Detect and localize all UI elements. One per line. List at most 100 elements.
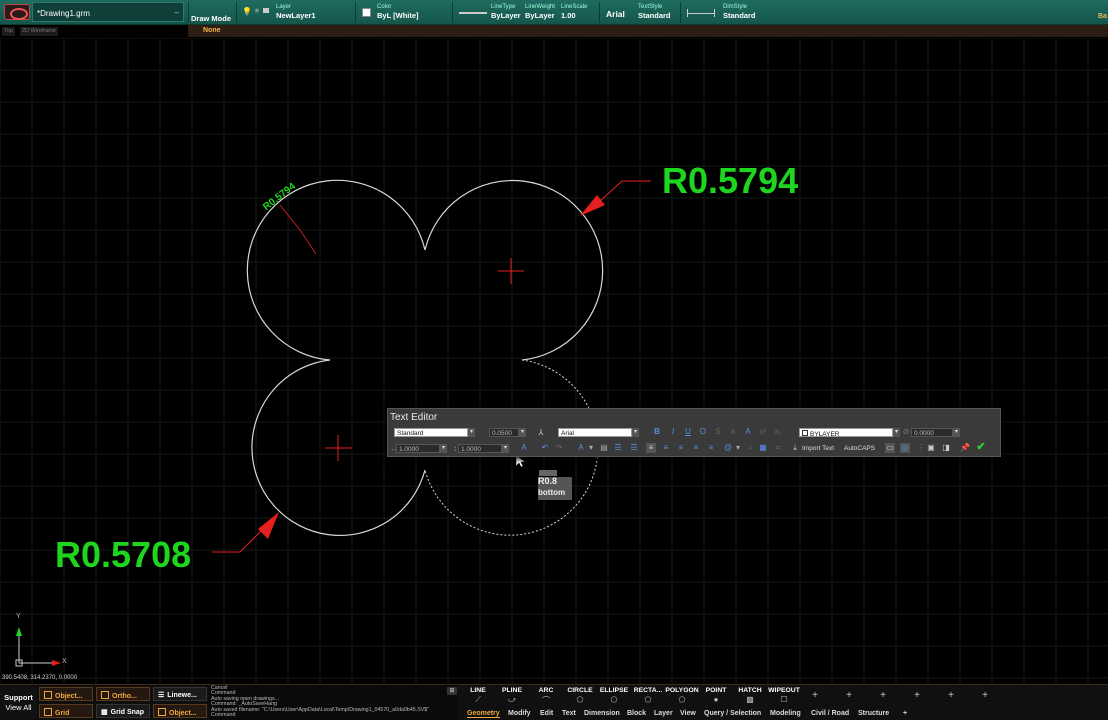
textstyle-selector[interactable]: TextStyle Standard [638, 4, 671, 20]
ribbon-tab-[interactable]: + [903, 710, 907, 717]
ribbon-tab-edit[interactable]: Edit [540, 710, 553, 717]
chevron-down-icon[interactable]: ▾ [632, 428, 639, 437]
lock-icon[interactable] [263, 8, 269, 13]
ribbon-tab-layer[interactable]: Layer [654, 710, 673, 717]
stack-icon[interactable]: a [728, 427, 738, 437]
align-left-icon[interactable]: ≡ [646, 443, 656, 453]
insert-field-icon[interactable]: @ [723, 443, 733, 453]
drawing-canvas[interactable]: R0.5794 R0.5794 R0.5708 R0.8 bottom 390.… [0, 38, 1108, 684]
tool-hatch-button[interactable]: HATCH ▩ [733, 687, 767, 707]
ortho-toggle[interactable]: Ortho... [96, 687, 150, 701]
view-tab-top[interactable]: Top [2, 27, 15, 36]
chevron-down-icon[interactable]: ▾ [953, 428, 960, 437]
tool-ellipse-button[interactable]: ELLIPSE ⬠ [597, 687, 631, 707]
ribbon-tab-geometry[interactable]: Geometry [467, 710, 500, 718]
draw-mode-button[interactable]: Draw Mode [188, 2, 232, 23]
options-icon[interactable]: ⋮ [916, 443, 926, 453]
align-center-icon[interactable]: ≡ [661, 443, 671, 453]
autocaps-button[interactable]: AutoCAPS [844, 444, 875, 453]
drawing-area[interactable] [0, 38, 1108, 684]
dimstyle-selector[interactable]: DimStyle Standard [680, 2, 762, 23]
overline-icon[interactable]: O [698, 427, 708, 437]
grid-toggle[interactable]: Grid [39, 704, 93, 718]
ribbon-tab-queryselection[interactable]: Query / Selection [704, 710, 761, 717]
chevron-down-icon[interactable]: ▾ [440, 444, 447, 453]
tool-circle-button[interactable]: CIRCLE ⬠ [563, 687, 597, 707]
chevron-down-icon[interactable]: ▾ [893, 428, 900, 437]
text-style-group[interactable]: Arial TextStyle Standard [599, 2, 675, 23]
find-replace-icon[interactable]: ⌕ [746, 443, 756, 453]
import-text-icon[interactable]: ⤓ [790, 443, 800, 453]
width-factor-field[interactable]: 1.0000 [396, 444, 440, 453]
subscript-icon[interactable]: x₂ [773, 427, 783, 437]
chevron-down-icon[interactable]: ▾ [502, 444, 509, 453]
tool-polygon-button[interactable]: POLYGON ⬠ [665, 687, 699, 707]
distribute-icon[interactable]: ≡ [706, 443, 716, 453]
object-track-toggle[interactable]: Object... [153, 704, 207, 718]
chevron-down-icon[interactable]: – [175, 8, 179, 17]
font-value[interactable]: Arial [606, 9, 625, 19]
ribbon-tab-dimension[interactable]: Dimension [584, 710, 620, 717]
text-style-field[interactable]: Standard [394, 428, 468, 437]
ribbon-tab-modify[interactable]: Modify [508, 710, 531, 717]
lineweight-toggle[interactable]: ☰ Linewe... [153, 687, 207, 701]
view-tab-wireframe[interactable]: 2D Wireframe [20, 27, 58, 36]
chevron-down-icon[interactable]: ▾ [468, 428, 475, 437]
chevron-down-icon[interactable]: ▾ [519, 428, 526, 437]
columns-icon[interactable]: ▦ [758, 443, 768, 453]
redo-icon[interactable]: ↷ [554, 443, 564, 453]
ribbon-tab-civilroad[interactable]: Civil / Road [811, 710, 849, 717]
strikethrough-icon[interactable]: S [713, 427, 723, 437]
support-button[interactable]: Support View All [0, 687, 37, 719]
text-height-icon[interactable]: ⅄ [536, 428, 546, 438]
linescale-selector[interactable]: LineScale 1.00 [561, 4, 587, 20]
command-expand-icon[interactable]: ⊞ [447, 687, 457, 695]
tool-wipeout-button[interactable]: WIPEOUT ☐ [767, 687, 801, 707]
ribbon-tab-structure[interactable]: Structure [858, 710, 889, 717]
add-tool-plus-icon[interactable]: + [979, 690, 991, 701]
oblique-angle-field[interactable]: 0.0000 [911, 428, 953, 437]
grid-snap-toggle[interactable]: ▦ Grid Snap [96, 704, 150, 718]
tool-point-button[interactable]: POINT ● [699, 687, 733, 707]
justify-icon[interactable]: ≡ [691, 443, 701, 453]
line-spacing-field[interactable]: 1.0000 [458, 444, 502, 453]
right-panel-tab[interactable]: Ba [1098, 13, 1107, 20]
paragraph-icon[interactable]: ▤ [599, 443, 609, 453]
text-height-field[interactable]: 0.0500 [489, 428, 519, 437]
tool-line-button[interactable]: LINE ⟋ [461, 687, 495, 707]
tool-arc-button[interactable]: ARC ⌒ [529, 687, 563, 707]
bold-icon[interactable]: B [652, 427, 662, 437]
lightbulb-icon[interactable]: 💡 [242, 7, 252, 16]
superscript-icon[interactable]: x² [758, 427, 768, 437]
expand-icon[interactable]: ◨ [941, 443, 951, 453]
linetype-selector[interactable]: LineType ByLayer [491, 4, 521, 20]
sun-icon[interactable]: ✳ [254, 7, 260, 15]
bullets-icon[interactable]: ☰ [613, 443, 623, 453]
color-picker-icon[interactable]: ▣ [926, 443, 936, 453]
font-field[interactable]: Arial [558, 428, 632, 437]
layer-selector[interactable]: 💡 ✳ Layer NewLayer1 [236, 2, 350, 23]
ribbon-tab-text[interactable]: Text [562, 710, 576, 717]
chevron-down-icon[interactable]: ▾ [733, 443, 743, 453]
color-selector[interactable]: Color ByL [White] [355, 2, 447, 23]
background-mask-icon[interactable]: ◎ [900, 443, 910, 453]
underline-icon[interactable]: U [683, 427, 693, 437]
lineweight-selector[interactable]: LineWeight ByLayer [525, 4, 555, 20]
app-logo-icon[interactable] [4, 4, 30, 20]
font-size-icon[interactable]: A [576, 443, 586, 453]
dim-text-bottom-left[interactable]: R0.5708 [55, 534, 191, 576]
font-color-icon[interactable]: A [743, 427, 753, 437]
numbering-icon[interactable]: ☰ [629, 443, 639, 453]
ribbon-tab-block[interactable]: Block [627, 710, 646, 717]
add-tool-plus-icon[interactable]: + [945, 690, 957, 701]
align-right-icon[interactable]: ≡ [676, 443, 686, 453]
chevron-down-icon[interactable]: ▾ [586, 443, 596, 453]
color-field[interactable]: BYLAYER [799, 428, 893, 438]
ribbon-tab-view[interactable]: View [680, 710, 696, 717]
tool-pline-button[interactable]: PLINE ⤻ [495, 687, 529, 707]
tool-recta-button[interactable]: RECTA... ⬠ [631, 687, 665, 707]
add-tool-plus-icon[interactable]: + [809, 690, 821, 701]
add-tool-plus-icon[interactable]: + [843, 690, 855, 701]
add-tool-plus-icon[interactable]: + [877, 690, 889, 701]
import-text-button[interactable]: Import Text [802, 444, 834, 453]
